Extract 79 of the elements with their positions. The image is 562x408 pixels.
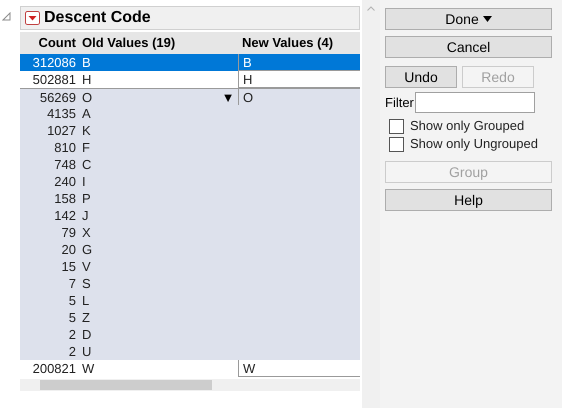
table-row[interactable]: 810 F (20, 139, 360, 156)
count-cell-text: 20 (60, 241, 77, 258)
old-value-cell-text: F (82, 139, 91, 156)
old-value-cell-text: W (82, 360, 96, 377)
count-cell-text: 200821 (32, 360, 77, 377)
count-cell-text: 240 (53, 173, 77, 190)
table-row[interactable]: 79 X (20, 224, 360, 241)
disclosure-icon[interactable] (2, 12, 11, 21)
old-value-cell-text: B (82, 54, 92, 71)
count-cell-text: 56269 (38, 89, 77, 105)
vertical-scrollbar[interactable] (362, 0, 380, 408)
caret-icon (482, 16, 492, 22)
table-row[interactable]: 56269 O ▼ O (20, 88, 360, 105)
old-value-cell-text: D (82, 326, 92, 343)
scroll-up-icon[interactable] (367, 6, 375, 11)
count-cell-text: 2 (68, 326, 77, 343)
checkbox[interactable] (389, 136, 404, 152)
count-cell-text: 142 (53, 207, 77, 224)
column-header: New Values (4) (241, 34, 334, 52)
filter-label: Filter (385, 94, 414, 112)
filter-field[interactable] (414, 92, 535, 113)
old-value-cell-text: V (82, 258, 92, 275)
checkbox-label: Show only Grouped (410, 117, 524, 136)
checkbox-label: Show only Ungrouped (410, 135, 538, 154)
old-value-cell-text: L (82, 292, 90, 309)
old-value-cell-text: U (82, 343, 92, 360)
old-value-cell-text: X (82, 224, 92, 241)
count-cell-text: 748 (53, 156, 77, 173)
action-button[interactable]: Cancel (385, 36, 552, 58)
count-cell-text: 4135 (46, 105, 77, 122)
old-value-cell-text: O (82, 89, 94, 105)
old-value-cell-text: I (82, 173, 87, 190)
table-row[interactable]: 7 S (20, 275, 360, 292)
table-row[interactable]: 5 L (20, 292, 360, 309)
count-cell-text: 2 (68, 343, 77, 360)
table-row[interactable]: 4135 A (20, 105, 360, 122)
old-value-cell-text: A (82, 105, 92, 122)
column-header: Count (37, 34, 77, 52)
count-cell-text: 312086 (32, 54, 77, 71)
count-cell-text: 810 (53, 139, 77, 156)
expand-toggle[interactable]: ▼ (222, 88, 234, 106)
table-row[interactable]: 748 C (20, 156, 360, 173)
old-value-cell-text: K (82, 122, 92, 139)
action-button[interactable]: Help (385, 189, 552, 211)
table-row[interactable]: 1027 K (20, 122, 360, 139)
count-cell-text: 79 (60, 224, 77, 241)
column-header: Old Values (19) (82, 34, 176, 52)
table-row[interactable]: 158 P (20, 190, 360, 207)
old-value-cell-text: C (82, 156, 92, 173)
action-button[interactable]: Undo (385, 66, 457, 88)
table-row[interactable]: 240 I (20, 173, 360, 190)
dropdown-icon[interactable] (25, 11, 40, 25)
count-cell-text: 158 (53, 190, 77, 207)
old-value-cell-text: P (82, 190, 92, 207)
table-row[interactable]: 2 U (20, 343, 360, 360)
panel-title: Descent Code (44, 8, 151, 28)
count-cell-text: 5 (68, 292, 77, 309)
new-value-field[interactable]: H (238, 71, 360, 88)
horizontal-scrollbar[interactable] (20, 379, 360, 391)
new-value-field[interactable]: B (238, 54, 360, 71)
old-value-cell-text: S (82, 275, 92, 292)
checkbox[interactable] (389, 118, 404, 134)
table-row[interactable]: 15 V (20, 258, 360, 275)
old-value-cell-text: H (82, 71, 92, 88)
old-value-cell-text: Z (82, 309, 91, 326)
table-row[interactable]: 312086 B B (20, 54, 360, 71)
table-row[interactable]: 5 Z (20, 309, 360, 326)
action-button[interactable]: Done (385, 8, 552, 30)
new-value-field[interactable]: W (238, 360, 360, 377)
count-cell-text: 15 (60, 258, 77, 275)
table-row[interactable]: 20 G (20, 241, 360, 258)
count-cell-text: 5 (68, 309, 77, 326)
old-value-cell-text: G (82, 241, 94, 258)
count-cell-text: 1027 (46, 122, 77, 139)
table-row[interactable]: 142 J (20, 207, 360, 224)
count-cell-text: 502881 (32, 71, 77, 88)
count-cell-text: 7 (68, 275, 77, 292)
old-value-cell-text: J (82, 207, 90, 224)
table-row[interactable]: 2 D (20, 326, 360, 343)
